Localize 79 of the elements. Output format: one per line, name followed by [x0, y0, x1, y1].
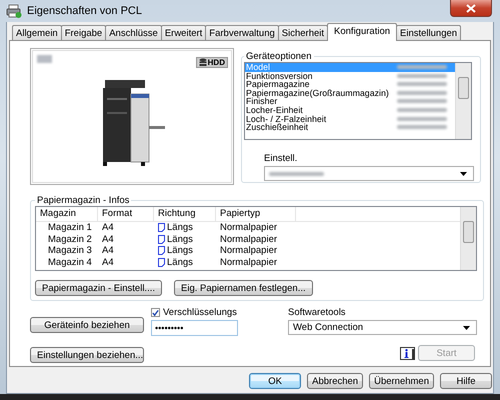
- blurred-value: [397, 65, 447, 69]
- blurred-value: [397, 108, 447, 112]
- table-cell: Längs: [167, 245, 193, 256]
- caret-icon: [463, 326, 470, 330]
- table-cell-text: Magazin 4: [47, 256, 93, 268]
- option-label: Finisher: [246, 97, 278, 106]
- printer-icon: [6, 4, 22, 18]
- table-cell-text: A4: [101, 256, 115, 268]
- dialog-button[interactable]: Hilfe: [440, 373, 492, 389]
- tray-button[interactable]: Papiermagazin - Einstell....: [35, 280, 162, 296]
- info-icon[interactable]: [400, 346, 415, 360]
- option-item[interactable]: Finisher: [245, 97, 455, 106]
- option-label: Model: [246, 63, 270, 72]
- option-item[interactable]: Loch- / Z-Falzeinheit: [245, 114, 455, 124]
- table-cell-text: Magazin 2: [47, 234, 93, 245]
- column-header[interactable]: Magazin: [36, 207, 98, 221]
- blurred-value: [397, 82, 447, 86]
- tab[interactable]: Farbverwaltung: [205, 25, 279, 40]
- tab[interactable]: Allgemein: [12, 25, 62, 40]
- tab[interactable]: Sicherheit: [278, 25, 328, 40]
- column-header[interactable]: Richtung: [154, 207, 216, 221]
- dialog-button[interactable]: Abbrechen: [307, 373, 364, 389]
- setting-label: Einstell.: [264, 153, 298, 164]
- table-cell-text: Magazin 1: [47, 222, 93, 234]
- table-cell-text: Magazin 3: [47, 245, 93, 256]
- caret-icon: [460, 172, 467, 176]
- database-icon: [198, 58, 207, 67]
- table-cell-text: Normalpapier: [219, 234, 278, 245]
- column-header[interactable]: Format: [98, 207, 154, 221]
- table-cell: Längs: [167, 222, 193, 234]
- checkbox-label: Verschlüsselungs: [163, 307, 237, 318]
- software-tools-label: Softwaretools: [288, 307, 347, 318]
- dialog-button[interactable]: Übernehmen: [369, 373, 434, 389]
- close-button[interactable]: [450, 0, 492, 17]
- table-cell-text: A4: [101, 234, 115, 245]
- tab[interactable]: Einstellungen: [396, 25, 462, 40]
- table-cell-text: A4: [101, 245, 115, 256]
- tab[interactable]: Freigabe: [60, 25, 106, 40]
- get-settings-button[interactable]: Einstellungen beziehen...: [30, 347, 144, 363]
- table-cell: Längs: [167, 256, 193, 268]
- option-label: Papiermagazine: [246, 80, 310, 89]
- option-label: Locher-Einheit: [246, 106, 303, 115]
- option-label: Loch- / Z-Falzeinheit: [246, 114, 326, 124]
- table-cell-text: Normalpapier: [219, 256, 278, 268]
- column-header[interactable]: Papiertyp: [216, 207, 296, 221]
- group-title: Papiermagazin - Infos: [36, 195, 130, 206]
- blurred-value: [397, 74, 447, 78]
- blurred-value: [397, 125, 447, 130]
- table-cell-text: A4: [101, 222, 115, 234]
- option-label: Papiermagazine(Großraummagazin): [246, 88, 389, 98]
- dialog-button[interactable]: OK: [249, 373, 302, 389]
- get-device-info-button[interactable]: Geräteinfo beziehen: [30, 317, 144, 333]
- tab[interactable]: Anschlüsse: [105, 25, 162, 40]
- blurred-value: [397, 90, 447, 95]
- password-field[interactable]: •••••••••: [151, 320, 238, 336]
- option-item[interactable]: Locher-Einheit: [245, 106, 455, 115]
- option-item[interactable]: Zuschießeinheit: [245, 123, 455, 132]
- window-title: Eigenschaften von PCL: [27, 5, 142, 17]
- tab[interactable]: Erweitert: [160, 25, 206, 40]
- software-tools-dropdown[interactable]: Web Connection: [288, 320, 477, 335]
- group-title: Geräteoptionen: [245, 51, 312, 62]
- option-label: Zuschießeinheit: [246, 123, 308, 132]
- scrollbar[interactable]: [460, 207, 476, 270]
- table-cell-text: Normalpapier: [219, 245, 278, 256]
- scrollbar[interactable]: [455, 63, 471, 139]
- table-cell-text: Normalpapier: [219, 222, 278, 234]
- blurred-value: [397, 99, 447, 104]
- badge-label: HDD: [208, 58, 225, 67]
- tray-button[interactable]: Eig. Papiernamen festlegen...: [174, 280, 313, 296]
- option-label: Funktionsversion: [246, 72, 312, 80]
- encryption-checkbox[interactable]: [151, 308, 160, 317]
- option-item[interactable]: Papiermagazine: [245, 80, 455, 89]
- tab[interactable]: Konfiguration: [327, 23, 398, 41]
- close-icon: [466, 4, 476, 12]
- option-item[interactable]: Funktionsversion: [245, 72, 455, 80]
- option-item[interactable]: Papiermagazine(Großraummagazin): [245, 88, 455, 98]
- blurred-value: [269, 172, 324, 176]
- table-cell: Längs: [167, 234, 193, 245]
- blurred-value: [397, 116, 447, 121]
